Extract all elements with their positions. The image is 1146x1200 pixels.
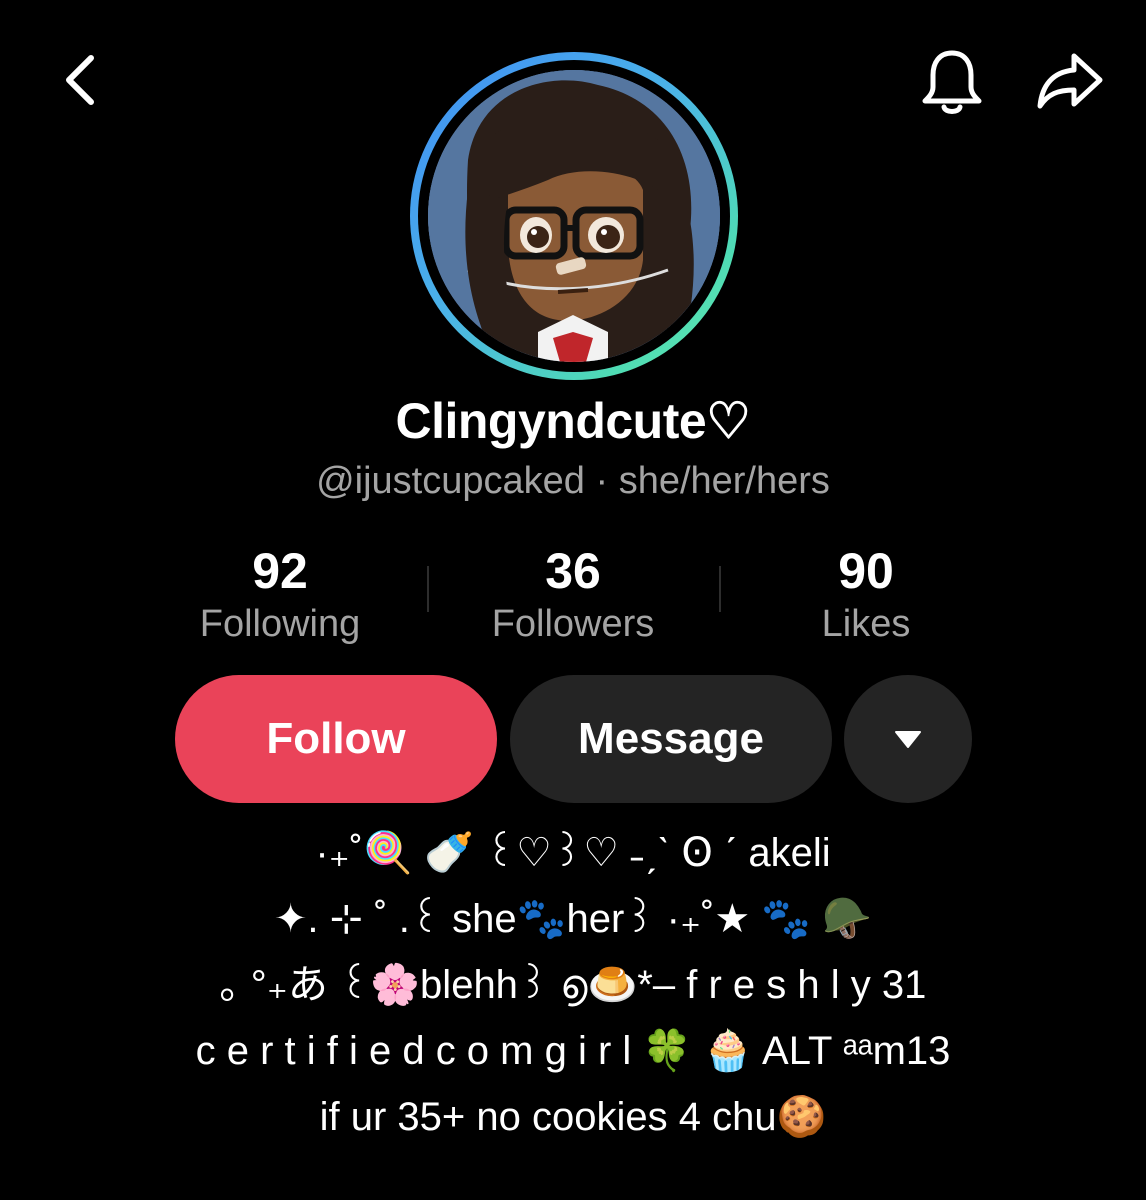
suggested-accounts-dropdown-button[interactable] <box>844 675 972 803</box>
stat-followers[interactable]: 36 Followers <box>443 540 703 646</box>
username: @ijustcupcaked <box>316 460 585 502</box>
separator-dot: · <box>584 460 619 502</box>
notification-bell-button[interactable] <box>912 42 992 122</box>
bio: ·₊˚🍭 🍼 ꒰♡꒱♡ ˗ˏˋ Ꙩ ˊ akeli ✦. ⊹ ˚ .꒰ she🐾… <box>0 820 1146 1150</box>
following-count: 92 <box>252 543 308 599</box>
follow-button-label: Follow <box>266 714 406 763</box>
chevron-left-icon <box>66 55 94 105</box>
share-button[interactable] <box>1028 42 1112 122</box>
caret-down-icon <box>895 731 921 748</box>
bio-line: if ur 35+ no cookies 4 chu🍪 <box>319 1095 827 1139</box>
message-button-label: Message <box>578 714 764 763</box>
bio-line: c e r t i f i e d c o m g i r l 🍀 🧁 ALT … <box>195 1029 951 1073</box>
follow-button[interactable]: Follow <box>175 675 497 803</box>
stat-following[interactable]: 92 Following <box>150 540 410 646</box>
likes-label: Likes <box>821 603 911 645</box>
avatar-illustration <box>428 70 720 362</box>
avatar[interactable] <box>428 70 720 362</box>
stat-likes[interactable]: 90 Likes <box>736 540 996 646</box>
message-button[interactable]: Message <box>510 675 832 803</box>
likes-count: 90 <box>838 543 894 599</box>
back-button[interactable] <box>44 44 114 116</box>
followers-label: Followers <box>491 603 655 645</box>
stat-divider <box>427 566 429 612</box>
stat-divider <box>719 566 721 612</box>
bell-icon <box>922 50 982 114</box>
username-pronouns-line: @ijustcupcaked · she/her/hers <box>0 460 1146 503</box>
pronouns: she/her/hers <box>618 460 830 502</box>
share-arrow-icon <box>1037 53 1103 109</box>
bio-line: ｡ °₊あ ꒰🌸blehh꒱ ൭🍮*‒ f r e s h l y 31 <box>219 963 927 1007</box>
display-name: Clingyndcute♡ <box>395 393 752 449</box>
followers-count: 36 <box>545 543 601 599</box>
following-label: Following <box>199 603 361 645</box>
avatar-story-ring[interactable] <box>410 52 738 380</box>
bio-line: ·₊˚🍭 🍼 ꒰♡꒱♡ ˗ˏˋ Ꙩ ˊ akeli <box>315 831 831 875</box>
bio-line: ✦. ⊹ ˚ .꒰ she🐾her꒱ ·₊˚★ 🐾 🪖 <box>273 897 873 941</box>
